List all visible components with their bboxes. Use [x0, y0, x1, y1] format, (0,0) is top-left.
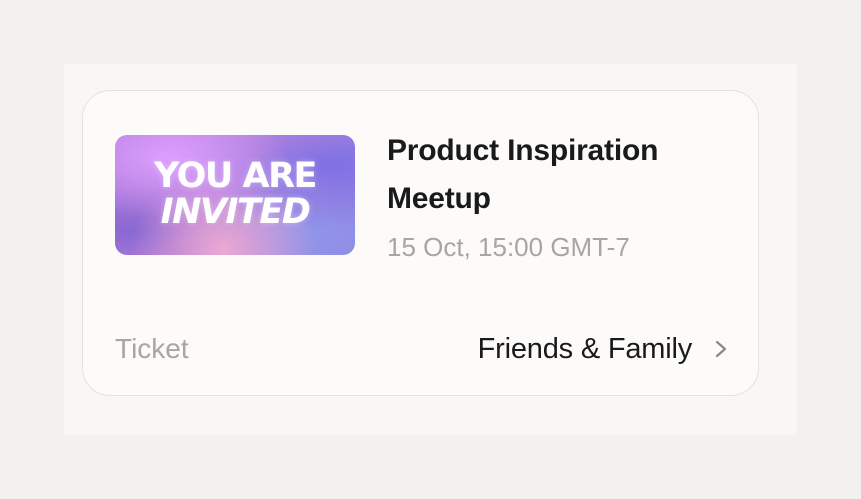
event-date: 15 Oct, 15:00 GMT-7 [387, 232, 630, 262]
ticket-label: Ticket [115, 333, 189, 364]
ticket-selector[interactable]: Friends & Family [478, 327, 728, 371]
chevron-right-icon [715, 340, 727, 358]
banner-text-line2: INVITED [160, 192, 311, 232]
event-banner-image: YOU ARE INVITED [115, 135, 355, 255]
event-title: Product Inspiration Meetup [387, 134, 659, 215]
ticket-value: Friends & Family [477, 333, 693, 365]
event-card[interactable]: YOU ARE INVITED Product Inspiration Meet… [82, 90, 759, 396]
banner-text-line1: YOU ARE [154, 156, 317, 196]
page-panel: YOU ARE INVITED Product Inspiration Meet… [64, 64, 797, 435]
